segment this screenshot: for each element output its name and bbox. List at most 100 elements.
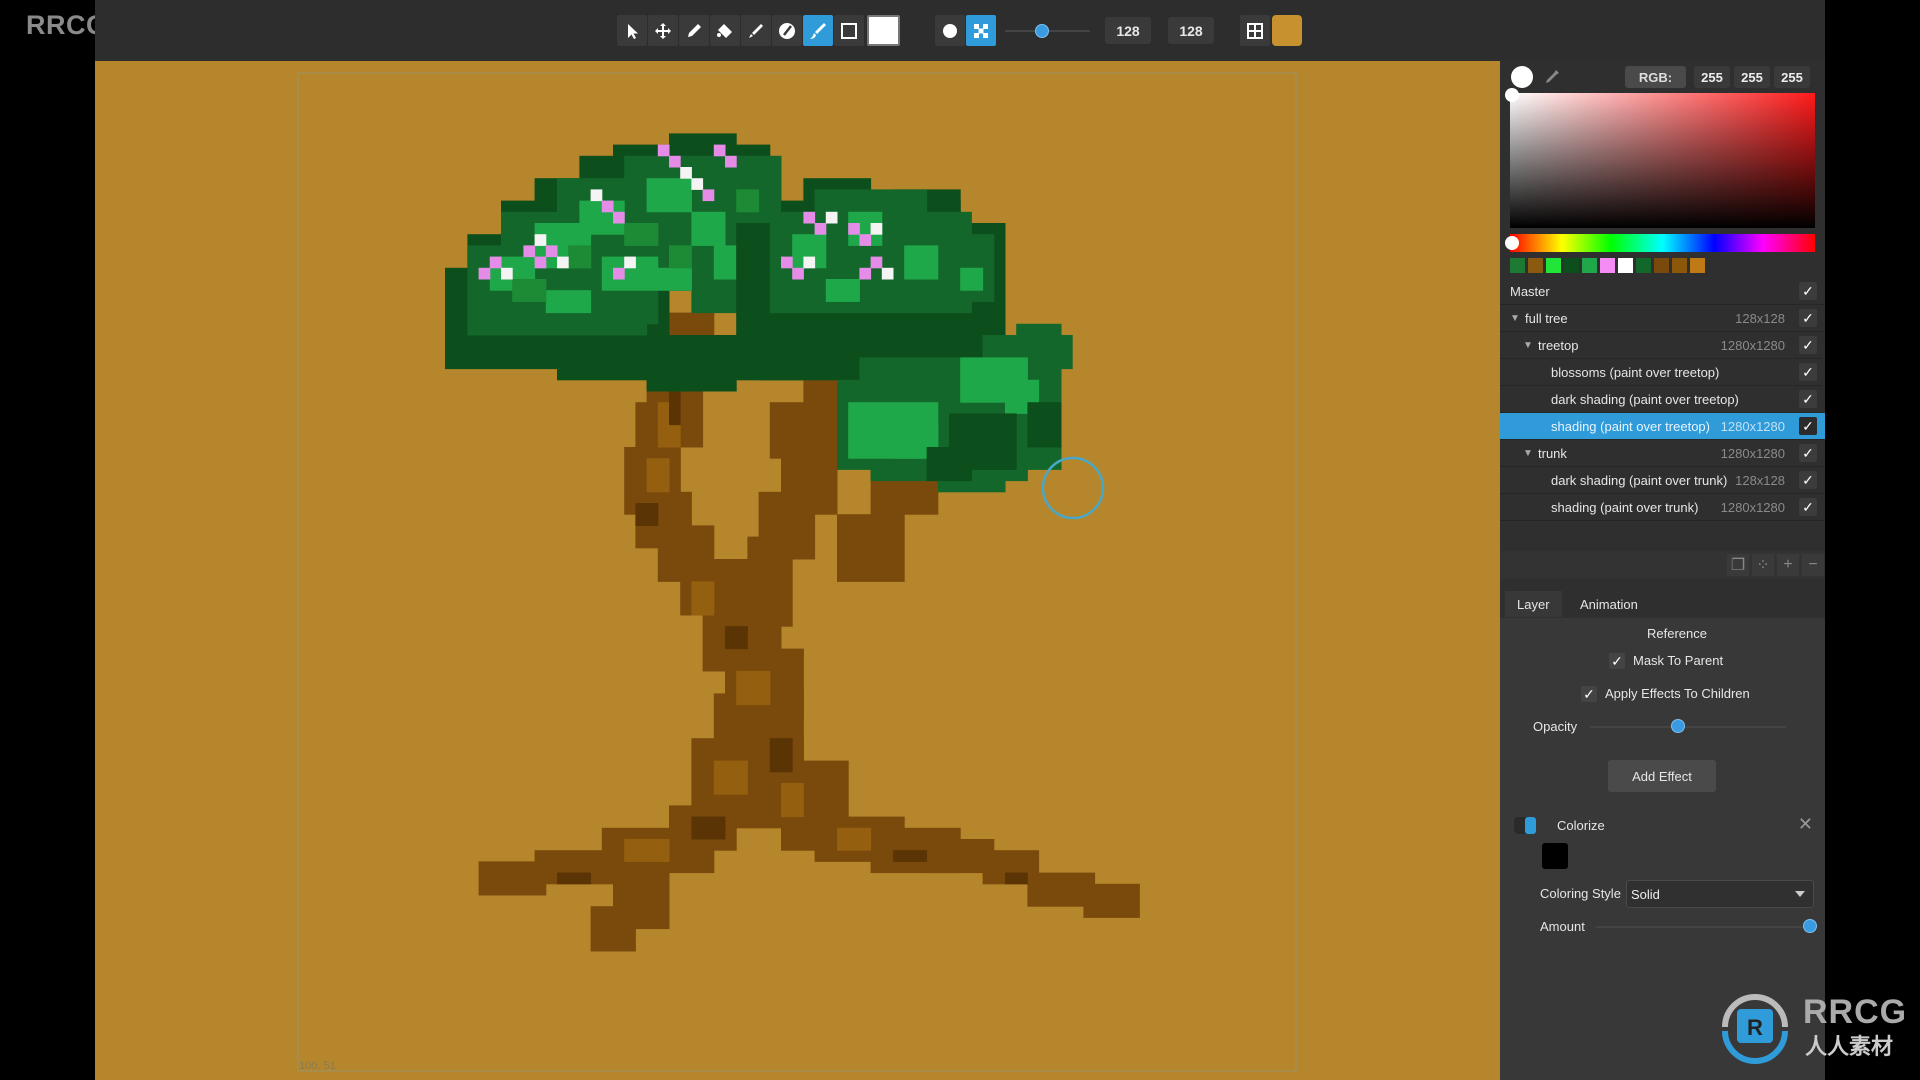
- color-mode-button[interactable]: RGB:: [1625, 66, 1686, 88]
- amount-slider[interactable]: [1596, 926, 1810, 928]
- palette-swatch[interactable]: [1672, 258, 1687, 273]
- palette-swatch[interactable]: [1510, 258, 1525, 273]
- plus-icon: +: [1783, 556, 1793, 573]
- palette-swatch[interactable]: [1600, 258, 1615, 273]
- hue-slider-knob[interactable]: [1505, 236, 1519, 250]
- background-color-swatch[interactable]: [1272, 15, 1302, 46]
- palette-swatch[interactable]: [1582, 258, 1597, 273]
- grid-icon: [1247, 22, 1263, 39]
- svg-text:R: R: [1747, 1015, 1763, 1040]
- palette-swatch[interactable]: [1690, 258, 1705, 273]
- palette-swatch[interactable]: [1636, 258, 1651, 273]
- saturation-value-picker[interactable]: [1505, 88, 1815, 228]
- add-layer-button[interactable]: +: [1777, 554, 1799, 576]
- expand-triangle-icon[interactable]: ▼: [1510, 313, 1520, 324]
- layer-visibility-checkbox[interactable]: ✓: [1799, 390, 1817, 408]
- layer-visibility-checkbox[interactable]: ✓: [1799, 336, 1817, 354]
- brush-icon: [749, 23, 763, 38]
- layer-row[interactable]: shading (paint over treetop) 1280x1280 ✓: [1500, 413, 1825, 440]
- layer-visibility-checkbox[interactable]: ✓: [1799, 363, 1817, 381]
- pencil-icon: [688, 23, 701, 37]
- palette-swatch[interactable]: [1654, 258, 1669, 273]
- canvas-height-field[interactable]: 128: [1168, 17, 1214, 44]
- primary-color-swatch[interactable]: [867, 15, 900, 46]
- expand-triangle-icon[interactable]: ▼: [1523, 340, 1533, 351]
- amount-slider-knob[interactable]: [1803, 919, 1817, 933]
- layer-row[interactable]: dark shading (paint over trunk) 128x128 ✓: [1500, 467, 1825, 494]
- layer-row[interactable]: Master ✓: [1500, 278, 1825, 305]
- layer-size: 1280x1280: [1720, 445, 1785, 461]
- layer-visibility-checkbox[interactable]: ✓: [1799, 309, 1817, 327]
- apply-effects-label: Apply Effects To Children: [1605, 686, 1750, 701]
- mask-to-parent-checkbox[interactable]: ✓: [1609, 653, 1625, 669]
- move-tool-button[interactable]: [648, 15, 678, 46]
- blue-value-field[interactable]: 255: [1774, 66, 1810, 88]
- layer-row[interactable]: ▼ trunk 1280x1280 ✓: [1500, 440, 1825, 467]
- pencil-tool-button[interactable]: [679, 15, 709, 46]
- expand-triangle-icon[interactable]: ▼: [1523, 448, 1533, 459]
- layer-name: treetop: [1538, 337, 1579, 353]
- layer-name: dark shading (paint over treetop): [1551, 391, 1739, 407]
- layer-visibility-checkbox[interactable]: ✓: [1799, 444, 1817, 462]
- remove-layer-button[interactable]: −: [1802, 554, 1824, 576]
- canvas-frame: [297, 72, 1297, 1072]
- rrcg-emblem-icon: R: [1722, 994, 1788, 1064]
- opacity-slider-knob[interactable]: [1671, 719, 1686, 733]
- colorize-enable-toggle[interactable]: [1514, 817, 1536, 834]
- green-value-field[interactable]: 255: [1734, 66, 1770, 88]
- palette-swatch[interactable]: [1564, 258, 1579, 273]
- layer-row[interactable]: ▼ treetop 1280x1280 ✓: [1500, 332, 1825, 359]
- merge-layer-button[interactable]: ⁘: [1752, 554, 1774, 576]
- eyedropper-icon[interactable]: [1543, 68, 1561, 86]
- layer-row[interactable]: ▼ full tree 128x128 ✓: [1500, 305, 1825, 332]
- brush-tool-button[interactable]: [741, 15, 771, 46]
- palette-swatch[interactable]: [1546, 258, 1561, 273]
- layer-row[interactable]: dark shading (paint over treetop) ✓: [1500, 386, 1825, 413]
- layer-visibility-checkbox[interactable]: ✓: [1799, 282, 1817, 300]
- layer-visibility-checkbox[interactable]: ✓: [1799, 417, 1817, 435]
- coloring-style-label: Coloring Style: [1540, 886, 1621, 901]
- layer-row[interactable]: blossoms (paint over treetop) ✓: [1500, 359, 1825, 386]
- layer-name: shading (paint over treetop): [1551, 418, 1710, 434]
- brush-cursor: [1041, 456, 1105, 520]
- cursor-arrow-icon: [628, 23, 638, 39]
- layer-visibility-checkbox[interactable]: ✓: [1799, 498, 1817, 516]
- palette-swatch[interactable]: [1618, 258, 1633, 273]
- rectangle-tool-button[interactable]: [834, 15, 864, 46]
- hue-slider[interactable]: [1505, 234, 1815, 252]
- sv-picker-knob[interactable]: [1505, 88, 1519, 102]
- tab-animation[interactable]: Animation: [1568, 591, 1650, 617]
- shade-circle-icon: [779, 22, 795, 39]
- brush-shape-toggle[interactable]: [935, 15, 965, 46]
- remove-effect-icon[interactable]: ✕: [1798, 814, 1813, 835]
- layer-name: dark shading (paint over trunk): [1551, 472, 1728, 488]
- square-outline-icon: [841, 22, 857, 39]
- reference-label[interactable]: Reference: [1647, 626, 1707, 641]
- pixel-perfect-toggle[interactable]: [966, 15, 996, 46]
- effect-name: Colorize: [1557, 818, 1605, 833]
- brush-size-slider-knob[interactable]: [1035, 24, 1049, 38]
- coloring-style-select[interactable]: Solid: [1626, 880, 1814, 908]
- current-color-swatch[interactable]: [1511, 66, 1533, 88]
- tab-layer[interactable]: Layer: [1505, 591, 1562, 617]
- canvas-area[interactable]: 100, 51: [95, 61, 1500, 1080]
- move-arrows-icon: [655, 22, 671, 39]
- palette-swatch[interactable]: [1528, 258, 1543, 273]
- select-tool-button[interactable]: [617, 15, 647, 46]
- paint-brush-tool-button[interactable]: [803, 15, 833, 46]
- fill-tool-button[interactable]: [710, 15, 740, 46]
- layer-row[interactable]: shading (paint over trunk) 1280x1280 ✓: [1500, 494, 1825, 521]
- red-value-field[interactable]: 255: [1694, 66, 1730, 88]
- layer-visibility-checkbox[interactable]: ✓: [1799, 471, 1817, 489]
- colorize-color-swatch[interactable]: [1542, 843, 1568, 869]
- grid-toggle-button[interactable]: [1240, 15, 1270, 46]
- canvas-width-field[interactable]: 128: [1105, 17, 1151, 44]
- duplicate-layer-button[interactable]: ❐: [1727, 554, 1749, 576]
- right-margin: [1825, 0, 1920, 1080]
- amount-label: Amount: [1540, 919, 1585, 934]
- apply-effects-checkbox[interactable]: ✓: [1581, 686, 1597, 702]
- add-effect-button[interactable]: Add Effect: [1608, 760, 1716, 792]
- brand-subtitle: 人人素材: [1805, 1034, 1894, 1059]
- opacity-slider[interactable]: [1590, 726, 1786, 728]
- shade-tool-button[interactable]: [772, 15, 802, 46]
